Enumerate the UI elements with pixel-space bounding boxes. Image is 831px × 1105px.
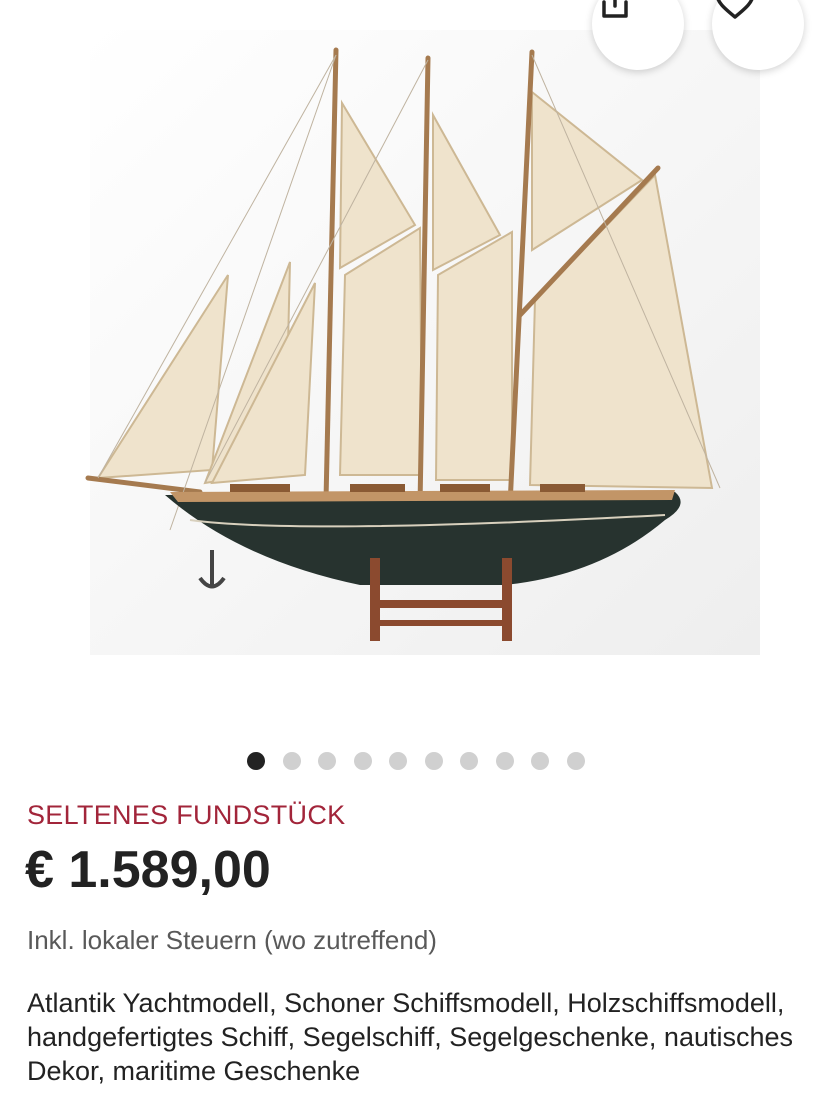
carousel-dot[interactable]	[247, 752, 265, 770]
carousel-dot[interactable]	[566, 752, 585, 770]
heart-icon	[716, 0, 754, 19]
carousel-dot[interactable]	[531, 752, 549, 770]
carousel-dot[interactable]	[424, 752, 443, 770]
share-icon	[602, 0, 628, 18]
carousel-dot[interactable]	[353, 752, 372, 770]
price: € 1.589,00	[25, 841, 271, 899]
carousel-dot[interactable]	[318, 752, 336, 770]
carousel-dot[interactable]	[282, 752, 301, 770]
carousel-dot[interactable]	[495, 752, 514, 770]
carousel-dot[interactable]	[389, 752, 407, 770]
ship-model-illustration	[85, 30, 760, 655]
rare-find-label: SELTENES FUNDSTÜCK	[27, 800, 346, 830]
carousel-dot[interactable]	[460, 752, 478, 770]
tax-note: Inkl. lokaler Steuern (wo zutreffend)	[27, 925, 437, 955]
product-image[interactable]	[0, 0, 831, 700]
carousel-pagination	[0, 752, 831, 772]
product-title: Atlantik Yachtmodell, Schoner Schiffsmod…	[27, 988, 794, 1086]
